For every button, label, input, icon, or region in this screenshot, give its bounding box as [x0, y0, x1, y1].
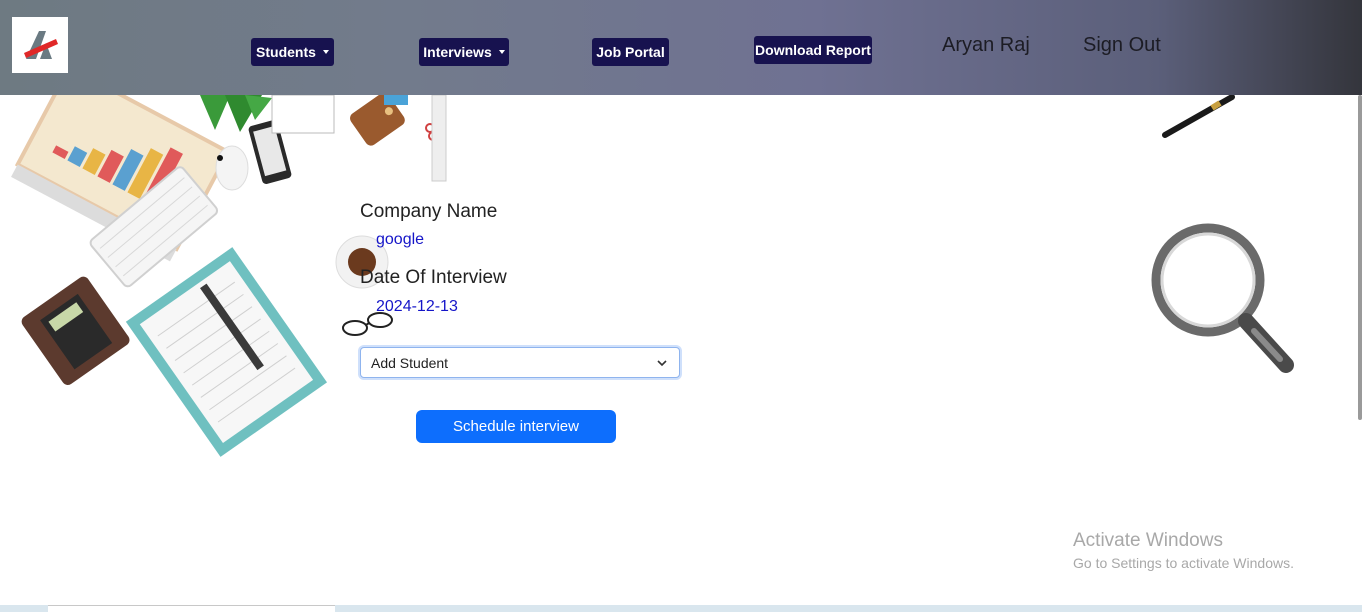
schedule-interview-label: Schedule interview: [453, 418, 579, 435]
caret-down-icon: [498, 50, 505, 54]
interviews-label: Interviews: [423, 44, 492, 60]
add-student-select-value: Add Student: [371, 354, 449, 371]
interview-date-label: Date Of Interview: [360, 267, 507, 288]
pen-illustration: [1162, 95, 1235, 138]
top-navbar: Students Interviews Job Portal Download …: [0, 0, 1362, 95]
user-name-link[interactable]: Aryan Raj: [942, 34, 1030, 57]
bottom-tab: [48, 605, 335, 612]
job-portal-label: Job Portal: [596, 44, 665, 60]
students-label: Students: [256, 44, 316, 60]
download-report-label: Download Report: [755, 42, 871, 58]
schedule-interview-button[interactable]: Schedule interview: [416, 410, 616, 443]
company-name-label: Company Name: [360, 201, 498, 222]
interviews-dropdown-button[interactable]: Interviews: [419, 38, 509, 66]
download-report-button[interactable]: Download Report: [754, 36, 872, 64]
job-portal-button[interactable]: Job Portal: [592, 38, 669, 66]
add-student-select[interactable]: Add Student: [360, 347, 680, 378]
vertical-scrollbar[interactable]: [1358, 95, 1362, 420]
page: Students Interviews Job Portal Download …: [0, 0, 1362, 612]
chevron-down-icon: [657, 360, 667, 367]
logo-icon[interactable]: [12, 17, 68, 73]
activate-windows-title: Activate Windows: [1073, 530, 1223, 551]
interview-date-value: 2024-12-13: [376, 298, 458, 315]
activate-windows-subtitle: Go to Settings to activate Windows.: [1073, 555, 1294, 571]
students-dropdown-button[interactable]: Students: [251, 38, 334, 66]
magnifier-illustration: [1151, 223, 1294, 373]
company-name-value: google: [376, 231, 425, 248]
caret-down-icon: [322, 50, 329, 54]
sign-out-link[interactable]: Sign Out: [1083, 34, 1161, 57]
